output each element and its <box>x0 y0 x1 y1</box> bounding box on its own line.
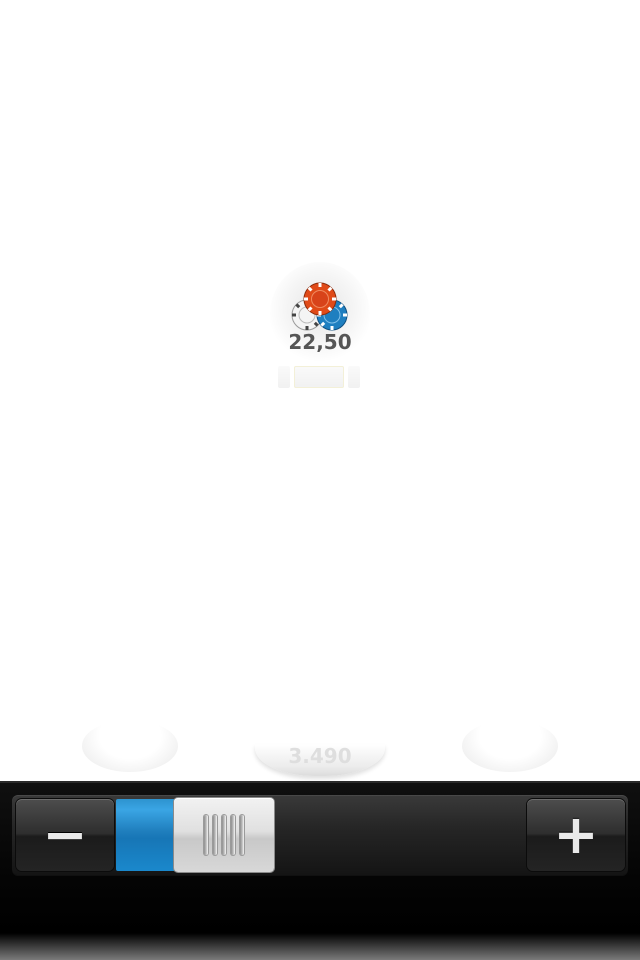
grip-line <box>231 815 235 855</box>
player-stack-panel: 3.490 <box>255 744 385 776</box>
community-card-placeholder <box>278 366 290 388</box>
seat-left-ghost <box>82 720 178 772</box>
bet-slider-fill <box>116 799 178 871</box>
community-card-placeholder <box>348 366 360 388</box>
increase-bet-button[interactable]: + <box>527 799 625 871</box>
decrease-bet-button[interactable]: − <box>16 799 114 871</box>
grip-line <box>222 815 226 855</box>
community-card-placeholder <box>294 366 344 388</box>
grip-line <box>240 815 244 855</box>
seat-right-ghost <box>462 720 558 772</box>
player-stack-amount: 3.490 <box>288 744 352 768</box>
minus-icon: − <box>42 803 88 866</box>
plus-icon: + <box>553 803 599 866</box>
grip-line <box>213 815 217 855</box>
pot-amount: 22,50 <box>288 330 352 354</box>
poker-table-screen: 22,50 3.490 − + <box>0 0 640 960</box>
bet-slider-bar: − + <box>0 781 640 960</box>
grip-line <box>204 815 208 855</box>
bet-slider-thumb[interactable] <box>174 798 274 872</box>
poker-chips-icon <box>291 282 348 331</box>
